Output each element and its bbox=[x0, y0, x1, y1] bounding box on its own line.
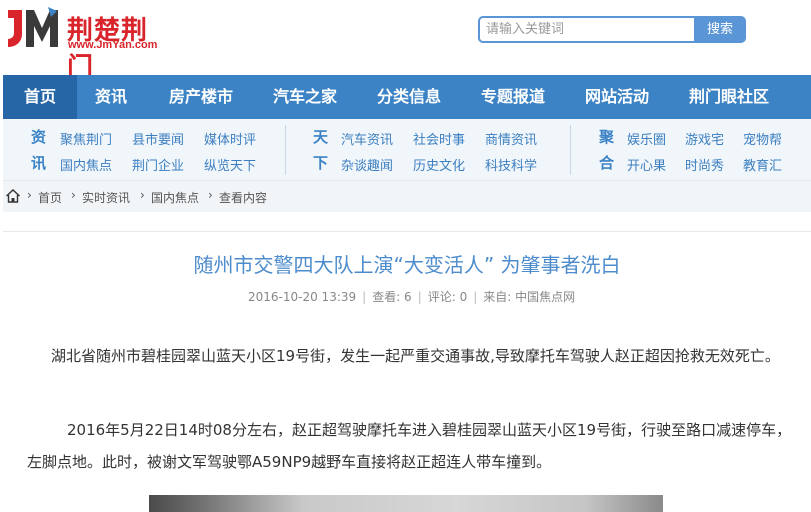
subnav-link[interactable]: 科技科学 bbox=[485, 155, 537, 174]
breadcrumb-separator: › bbox=[71, 188, 76, 202]
nav-item-real-estate[interactable]: 房产楼市 bbox=[151, 75, 251, 119]
subnav-link[interactable]: 纵览天下 bbox=[204, 155, 256, 174]
breadcrumb-realtime-news[interactable]: 实时资讯 bbox=[82, 189, 130, 206]
site-header: 荆楚荆门 www.JmYan.com 搜索 bbox=[0, 0, 811, 83]
site-logo[interactable]: 荆楚荆门 www.JmYan.com bbox=[4, 4, 174, 83]
subnav-link[interactable]: 杂谈趣闻 bbox=[341, 155, 393, 174]
nav-item-community[interactable]: 荆门眼社区 bbox=[671, 75, 787, 119]
subnav-link[interactable]: 商情资讯 bbox=[485, 129, 537, 148]
subnav-group-title: 讯 bbox=[31, 154, 47, 172]
subnav-link[interactable]: 聚焦荆门 bbox=[60, 129, 112, 148]
breadcrumb-domestic-focus[interactable]: 国内焦点 bbox=[151, 189, 199, 206]
subnav-link[interactable]: 开心果 bbox=[627, 155, 666, 174]
subnav-group-title: 聚 bbox=[599, 128, 615, 146]
subnav-divider bbox=[570, 125, 571, 175]
search-input[interactable] bbox=[480, 18, 694, 41]
article: 随州市交警四大队上演“大变活人” 为肇事者洗白 2016-10-20 13:39… bbox=[3, 231, 811, 512]
main-nav: 首页 资讯 房产楼市 汽车之家 分类信息 专题报道 网站活动 荆门眼社区 bbox=[3, 75, 811, 119]
subnav-link[interactable]: 国内焦点 bbox=[60, 155, 112, 174]
subnav-link[interactable]: 历史文化 bbox=[413, 155, 465, 174]
nav-item-auto[interactable]: 汽车之家 bbox=[255, 75, 355, 119]
nav-item-home[interactable]: 首页 bbox=[3, 75, 77, 119]
subnav-group-title: 下 bbox=[313, 154, 329, 172]
nav-item-special-reports[interactable]: 专题报道 bbox=[463, 75, 563, 119]
breadcrumb-separator: › bbox=[140, 188, 145, 202]
breadcrumb-current: 查看内容 bbox=[219, 191, 268, 205]
nav-item-news[interactable]: 资讯 bbox=[77, 75, 145, 119]
article-datetime: 2016-10-20 13:39 bbox=[248, 290, 357, 304]
subnav-link[interactable]: 宠物帮 bbox=[743, 129, 782, 148]
subnav-link[interactable]: 时尚秀 bbox=[685, 155, 724, 174]
search-box: 搜索 bbox=[478, 16, 746, 43]
nav-item-activities[interactable]: 网站活动 bbox=[567, 75, 667, 119]
article-photo bbox=[149, 495, 663, 512]
article-views: 查看: 6 bbox=[372, 290, 412, 304]
subnav-link[interactable]: 媒体时评 bbox=[204, 129, 256, 148]
subnav-link[interactable]: 教育汇 bbox=[743, 155, 782, 174]
breadcrumb-separator: › bbox=[208, 188, 213, 202]
breadcrumb-home[interactable]: 首页 bbox=[38, 189, 62, 206]
subnav-link[interactable]: 娱乐圈 bbox=[627, 129, 666, 148]
subnav-link[interactable]: 县市要闻 bbox=[132, 129, 184, 148]
jm-logo-icon bbox=[4, 4, 62, 50]
article-paragraph: 湖北省随州市碧桂园翠山蓝天小区19号街，发生一起严重交通事故,导致摩托车驾驶人赵… bbox=[51, 347, 780, 365]
subnav-group-title: 天 bbox=[313, 128, 329, 146]
search-button[interactable]: 搜索 bbox=[696, 18, 744, 41]
subnav-link[interactable]: 游戏宅 bbox=[685, 129, 724, 148]
subnav-divider bbox=[285, 125, 286, 175]
home-icon[interactable] bbox=[5, 188, 21, 204]
breadcrumb: › 首页 › 实时资讯 › 国内焦点 › 查看内容 bbox=[3, 181, 811, 212]
article-title: 随州市交警四大队上演“大变活人” 为肇事者洗白 bbox=[193, 253, 621, 277]
nav-item-classifieds[interactable]: 分类信息 bbox=[359, 75, 459, 119]
article-source: 来自: 中国焦点网 bbox=[483, 290, 576, 304]
subnav-link[interactable]: 荆门企业 bbox=[132, 155, 184, 174]
sub-nav: 资 讯 聚焦荆门 县市要闻 媒体时评 国内焦点 荆门企业 纵览天下 天 下 汽车… bbox=[3, 119, 811, 181]
breadcrumb-separator: › bbox=[27, 188, 32, 202]
subnav-group-title: 资 bbox=[31, 128, 47, 146]
article-comments[interactable]: 评论: 0 bbox=[428, 288, 468, 305]
article-meta: 2016-10-20 13:39 | 查看: 6 | 评论: 0 | 来自: 中国焦点网 bbox=[248, 288, 576, 305]
logo-url: www.JmYan.com bbox=[68, 39, 158, 51]
subnav-link[interactable]: 社会时事 bbox=[413, 129, 465, 148]
article-paragraph: 2016年5月22日14时08分左右，赵正超驾驶摩托车进入碧桂园翠山蓝天小区19… bbox=[27, 421, 792, 471]
subnav-link[interactable]: 汽车资讯 bbox=[341, 129, 393, 148]
subnav-group-title: 合 bbox=[599, 154, 615, 172]
